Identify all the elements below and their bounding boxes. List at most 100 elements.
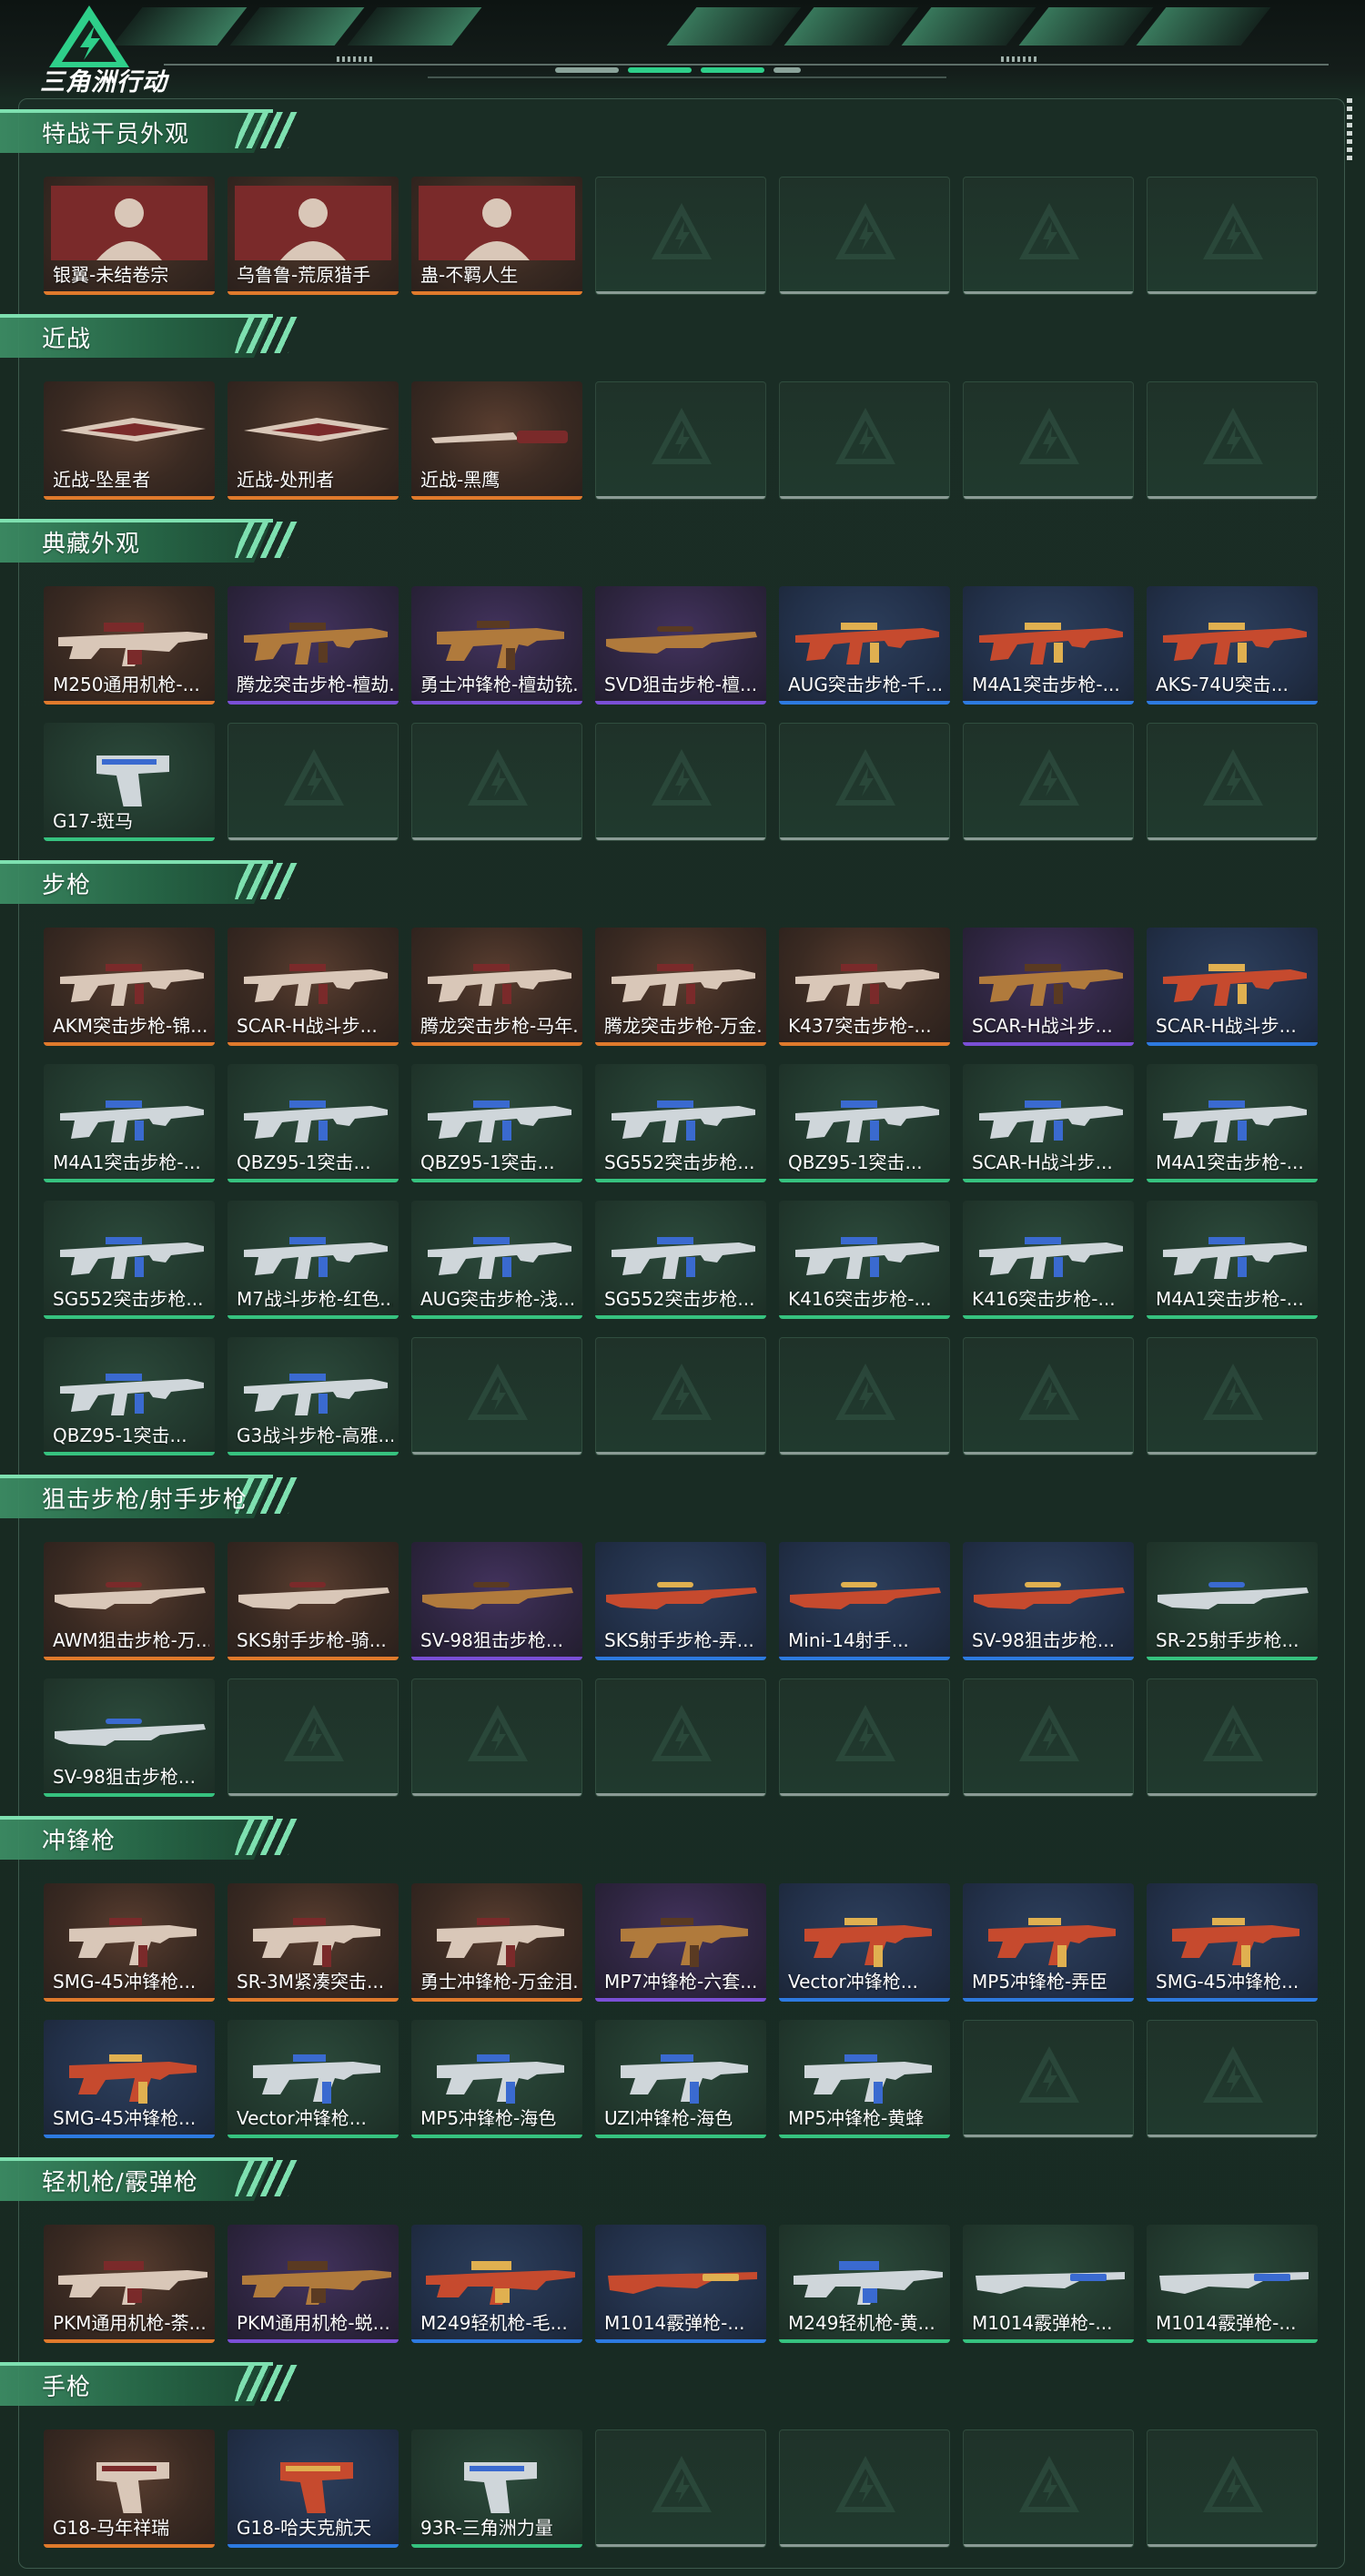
item-card[interactable]: 近战-处刑者 [228,381,399,500]
item-card[interactable]: 腾龙突击步枪-万金... [595,928,766,1046]
sniper-icon [974,1582,1125,1609]
item-card[interactable]: SCAR-H战斗步... [228,928,399,1046]
item-card[interactable]: SMG-45冲锋枪... [44,1883,215,2002]
item-card[interactable]: 勇士冲锋枪-万金泪... [411,1883,582,2002]
empty-slot-bar [596,837,765,840]
item-card[interactable]: 勇士冲锋枪-檀劫铳... [411,586,582,705]
smg-icon [804,1918,932,1967]
empty-slot-bar [412,837,581,840]
item-card[interactable]: M1014霰弹枪-... [1147,2225,1318,2343]
item-card[interactable]: UZI冲锋枪-海色 [595,2020,766,2138]
item-label: 93R-三角洲力量 [420,2517,553,2539]
section-title: 冲锋枪 [42,1828,116,1855]
item-label: M4A1突击步枪-... [53,1151,201,1173]
item-label: AUG突击步枪-浅... [420,1288,576,1310]
placeholder-delta-icon [1203,408,1263,464]
item-card[interactable]: SV-98狙击步枪... [963,1542,1134,1660]
item-card[interactable]: M4A1突击步枪-... [44,1064,215,1182]
item-card[interactable]: SKS射手步枪-弄... [595,1542,766,1660]
smg-icon [437,2054,564,2104]
item-card[interactable]: G18-哈夫克航天 [228,2429,399,2548]
item-card[interactable]: M250通用机枪-... [44,586,215,705]
item-card[interactable]: M4A1突击步枪-... [963,586,1134,705]
item-card[interactable]: MP5冲锋枪-弄臣 [963,1883,1134,2002]
item-card[interactable]: G17-斑马 [44,723,215,841]
item-card[interactable]: 腾龙突击步枪-马年... [411,928,582,1046]
operator-icon [51,186,207,260]
item-card[interactable]: M7战斗步枪-红色... [228,1201,399,1319]
item-card[interactable]: G3战斗步枪-高雅... [228,1337,399,1455]
item-card[interactable]: SR-3M紧凑突击... [228,1883,399,2002]
item-card[interactable]: K416突击步枪-... [963,1201,1134,1319]
item-card[interactable]: PKM通用机枪-荼... [44,2225,215,2343]
item-card[interactable]: QBZ95-1突击... [44,1337,215,1455]
rifle-icon [428,964,571,1006]
item-label: Vector冲锋枪... [237,2107,367,2129]
item-card[interactable]: MP5冲锋枪-海色 [411,2020,582,2138]
rarity-bar [595,1998,766,2002]
pistol-icon [96,2462,169,2513]
item-card[interactable]: 93R-三角洲力量 [411,2429,582,2548]
item-card[interactable]: SG552突击步枪... [595,1201,766,1319]
scrollbar[interactable] [1347,98,1352,162]
item-card[interactable]: SV-98狙击步枪... [44,1678,215,1797]
item-card[interactable]: Vector冲锋枪... [228,2020,399,2138]
item-card[interactable]: M249轻机枪-毛... [411,2225,582,2343]
item-card[interactable]: QBZ95-1突击... [228,1064,399,1182]
item-card[interactable]: SCAR-H战斗步... [963,1064,1134,1182]
item-card[interactable]: 腾龙突击步枪-檀劫... [228,586,399,705]
item-card[interactable]: 乌鲁鲁-荒原猎手 [228,177,399,295]
empty-slot-bar [596,496,765,499]
item-card[interactable]: PKM通用机枪-蜕... [228,2225,399,2343]
item-card[interactable]: MP5冲锋枪-黄蜂 [779,2020,950,2138]
item-card[interactable]: AWM狙击步枪-万... [44,1542,215,1660]
item-card[interactable]: Vector冲锋枪... [779,1883,950,2002]
smg-icon [69,2054,197,2104]
item-card[interactable]: MP7冲锋枪-六套... [595,1883,766,2002]
empty-slot [1147,2429,1318,2548]
item-card[interactable]: AUG突击步枪-浅... [411,1201,582,1319]
section-header: 冲锋枪 [0,1816,300,1860]
rarity-bar [44,2544,215,2548]
section-header-accent [0,860,273,864]
sniper-icon [606,626,757,654]
rarity-bar [595,1315,766,1319]
item-card[interactable]: AKS-74U突击... [1147,586,1318,705]
item-label: MP7冲锋枪-六套... [604,1971,758,1993]
item-card[interactable]: QBZ95-1突击... [411,1064,582,1182]
item-card[interactable]: 近战-黑鹰 [411,381,582,500]
item-card[interactable]: 近战-坠星者 [44,381,215,500]
item-card[interactable]: SG552突击步枪... [595,1064,766,1182]
empty-slot-bar [228,1793,398,1796]
item-card[interactable]: SG552突击步枪... [44,1201,215,1319]
item-card[interactable]: SKS射手步枪-骑... [228,1542,399,1660]
item-card[interactable]: QBZ95-1突击... [779,1064,950,1182]
item-card[interactable]: 蛊-不羁人生 [411,177,582,295]
item-card[interactable]: SMG-45冲锋枪... [44,2020,215,2138]
item-card[interactable]: SV-98狙击步枪... [411,1542,582,1660]
item-card[interactable]: SMG-45冲锋枪... [1147,1883,1318,2002]
item-card[interactable]: SVD狙击步枪-檀... [595,586,766,705]
item-card[interactable]: M4A1突击步枪-... [1147,1201,1318,1319]
item-card[interactable]: Mini-14射手... [779,1542,950,1660]
item-card[interactable]: M1014霰弹枪-... [963,2225,1134,2343]
item-card[interactable]: SCAR-H战斗步... [963,928,1134,1046]
item-label: 近战-处刑者 [237,469,335,491]
item-card[interactable]: G18-马年祥瑞 [44,2429,215,2548]
item-label: Mini-14射手... [788,1629,909,1651]
item-card[interactable]: AUG突击步枪-千... [779,586,950,705]
item-card[interactable]: M4A1突击步枪-... [1147,1064,1318,1182]
placeholder-delta-icon [835,1364,895,1420]
item-card[interactable]: AKM突击步枪-锦... [44,928,215,1046]
item-card[interactable]: M1014霰弹枪-... [595,2225,766,2343]
item-card[interactable]: 银翼-未结卷宗 [44,177,215,295]
rarity-bar [228,1315,399,1319]
item-card[interactable]: SCAR-H战斗步... [1147,928,1318,1046]
item-card[interactable]: SR-25射手步枪... [1147,1542,1318,1660]
item-card[interactable]: K437突击步枪-... [779,928,950,1046]
item-card[interactable]: M249轻机枪-黄... [779,2225,950,2343]
empty-slot [963,1678,1134,1797]
placeholder-delta-icon [1019,1705,1079,1761]
item-label: SMG-45冲锋枪... [53,2107,197,2129]
item-card[interactable]: K416突击步枪-... [779,1201,950,1319]
